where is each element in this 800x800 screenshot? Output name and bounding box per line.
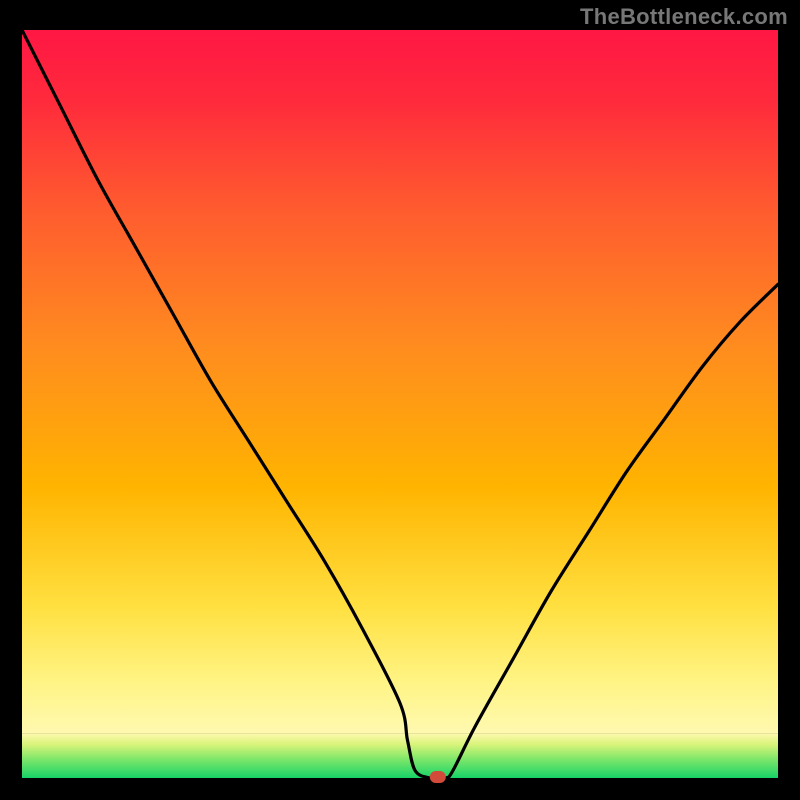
green-band	[22, 733, 778, 778]
optimal-point-marker	[430, 771, 446, 783]
gradient-background	[22, 30, 778, 733]
bottleneck-chart	[0, 0, 800, 800]
chart-frame: TheBottleneck.com	[0, 0, 800, 800]
plot-area	[22, 30, 778, 783]
watermark-text: TheBottleneck.com	[580, 4, 788, 30]
